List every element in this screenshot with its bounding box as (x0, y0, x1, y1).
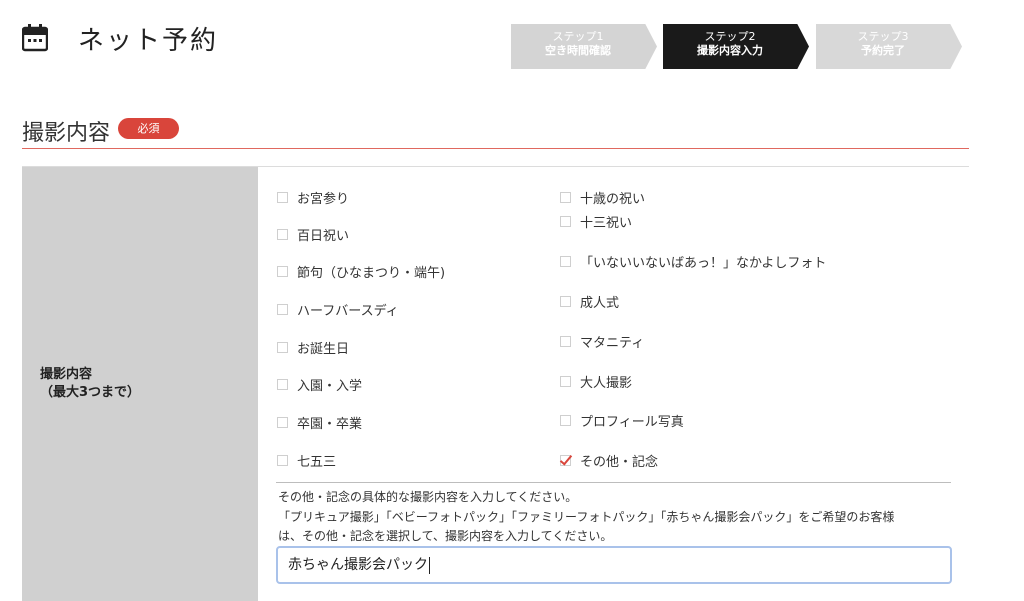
option-profile-photo[interactable]: プロフィール写真 (560, 411, 684, 430)
checkbox[interactable] (277, 191, 288, 203)
other-details-input[interactable]: 赤ちゃん撮影会パック (276, 546, 952, 584)
required-badge: 必須 (118, 118, 179, 139)
checkbox[interactable] (277, 265, 288, 277)
page-title: ネット予約 (78, 26, 219, 56)
option-school-entrance[interactable]: 入園・入学 (277, 375, 363, 394)
text-caret (429, 556, 430, 574)
option-label: 百日祝い (297, 228, 350, 244)
option-label: 大人撮影 (580, 375, 633, 391)
checkbox[interactable] (277, 416, 288, 428)
option-label: お宮参り (297, 191, 350, 207)
checkbox[interactable] (277, 454, 288, 466)
checkbox[interactable] (277, 303, 288, 315)
option-label: ハーフバースディ (297, 303, 399, 319)
section-title: 撮影内容 (22, 121, 111, 146)
option-jusan[interactable]: 十三祝い (560, 212, 633, 231)
step-2-label: 撮影内容入力 (697, 44, 763, 57)
step-3-label: 予約完了 (861, 44, 905, 57)
step-1: ステップ1 空き時間確認 (511, 24, 657, 69)
step-2: ステップ2 撮影内容入力 (663, 24, 809, 69)
option-shichigosan[interactable]: 七五三 (277, 451, 337, 470)
checkbox[interactable] (560, 255, 571, 267)
option-label: 節句（ひなまつり・端午) (297, 265, 446, 281)
option-seijinshiki[interactable]: 成人式 (560, 292, 620, 311)
option-inaiinaibaa[interactable]: 「いないいないばあっ！」なかよしフォト (560, 252, 827, 271)
other-note-line2: 「プリキュア撮影」「ベビーフォトパック」「ファミリーフォトパック」「赤ちゃん撮影… (278, 510, 895, 524)
checkbox[interactable] (560, 375, 571, 387)
option-label: 「いないいないばあっ！」なかよしフォト (580, 255, 827, 271)
option-sekku[interactable]: 節句（ひなまつり・端午) (277, 262, 446, 281)
field-label: 撮影内容 （最大3つまで） (40, 366, 140, 402)
option-label: 卒園・卒業 (297, 416, 363, 432)
step-3: ステップ3 予約完了 (816, 24, 962, 69)
field-label-main: 撮影内容 (40, 367, 93, 382)
section-divider (22, 148, 969, 149)
calendar-icon (22, 24, 48, 52)
option-hyakunichi[interactable]: 百日祝い (277, 225, 350, 244)
other-details-value: 赤ちゃん撮影会パック (288, 557, 428, 573)
option-label: マタニティ (580, 335, 645, 351)
other-note-line1: その他・記念の具体的な撮影内容を入力してください。 (278, 490, 578, 504)
step-2-number: ステップ2 (704, 30, 756, 43)
option-label: 成人式 (580, 295, 620, 311)
checkbox[interactable] (560, 295, 571, 307)
option-label: その他・記念 (580, 454, 659, 470)
option-label: お誕生日 (297, 341, 350, 357)
option-label: 十三祝い (580, 215, 633, 231)
option-label: 十歳の祝い (580, 191, 646, 207)
option-label: 七五三 (297, 454, 337, 470)
option-label: プロフィール写真 (580, 414, 684, 430)
checkbox[interactable] (277, 228, 288, 240)
checkbox[interactable] (277, 341, 288, 353)
other-note-line3: は、その他・記念を選択して、撮影内容を入力してください。 (278, 529, 613, 543)
checkbox[interactable] (560, 191, 571, 203)
option-omiyamairi[interactable]: お宮参り (277, 188, 350, 207)
divider (276, 482, 951, 483)
option-graduation[interactable]: 卒園・卒業 (277, 413, 363, 432)
checkbox-checked[interactable] (560, 454, 571, 466)
option-birthday[interactable]: お誕生日 (277, 338, 350, 357)
option-label: 入園・入学 (297, 378, 363, 394)
option-adult[interactable]: 大人撮影 (560, 372, 633, 391)
checkbox[interactable] (277, 378, 288, 390)
option-half-birthday[interactable]: ハーフバースディ (277, 300, 399, 319)
option-maternity[interactable]: マタニティ (560, 332, 645, 351)
checkbox[interactable] (560, 215, 571, 227)
checkbox[interactable] (560, 335, 571, 347)
field-label-limit: （最大3つまで） (40, 385, 141, 400)
step-1-number: ステップ1 (552, 30, 604, 43)
step-3-number: ステップ3 (857, 30, 909, 43)
option-jussai[interactable]: 十歳の祝い (560, 188, 646, 207)
checkbox[interactable] (560, 414, 571, 426)
option-other[interactable]: その他・記念 (560, 451, 659, 470)
step-1-label: 空き時間確認 (545, 44, 611, 57)
